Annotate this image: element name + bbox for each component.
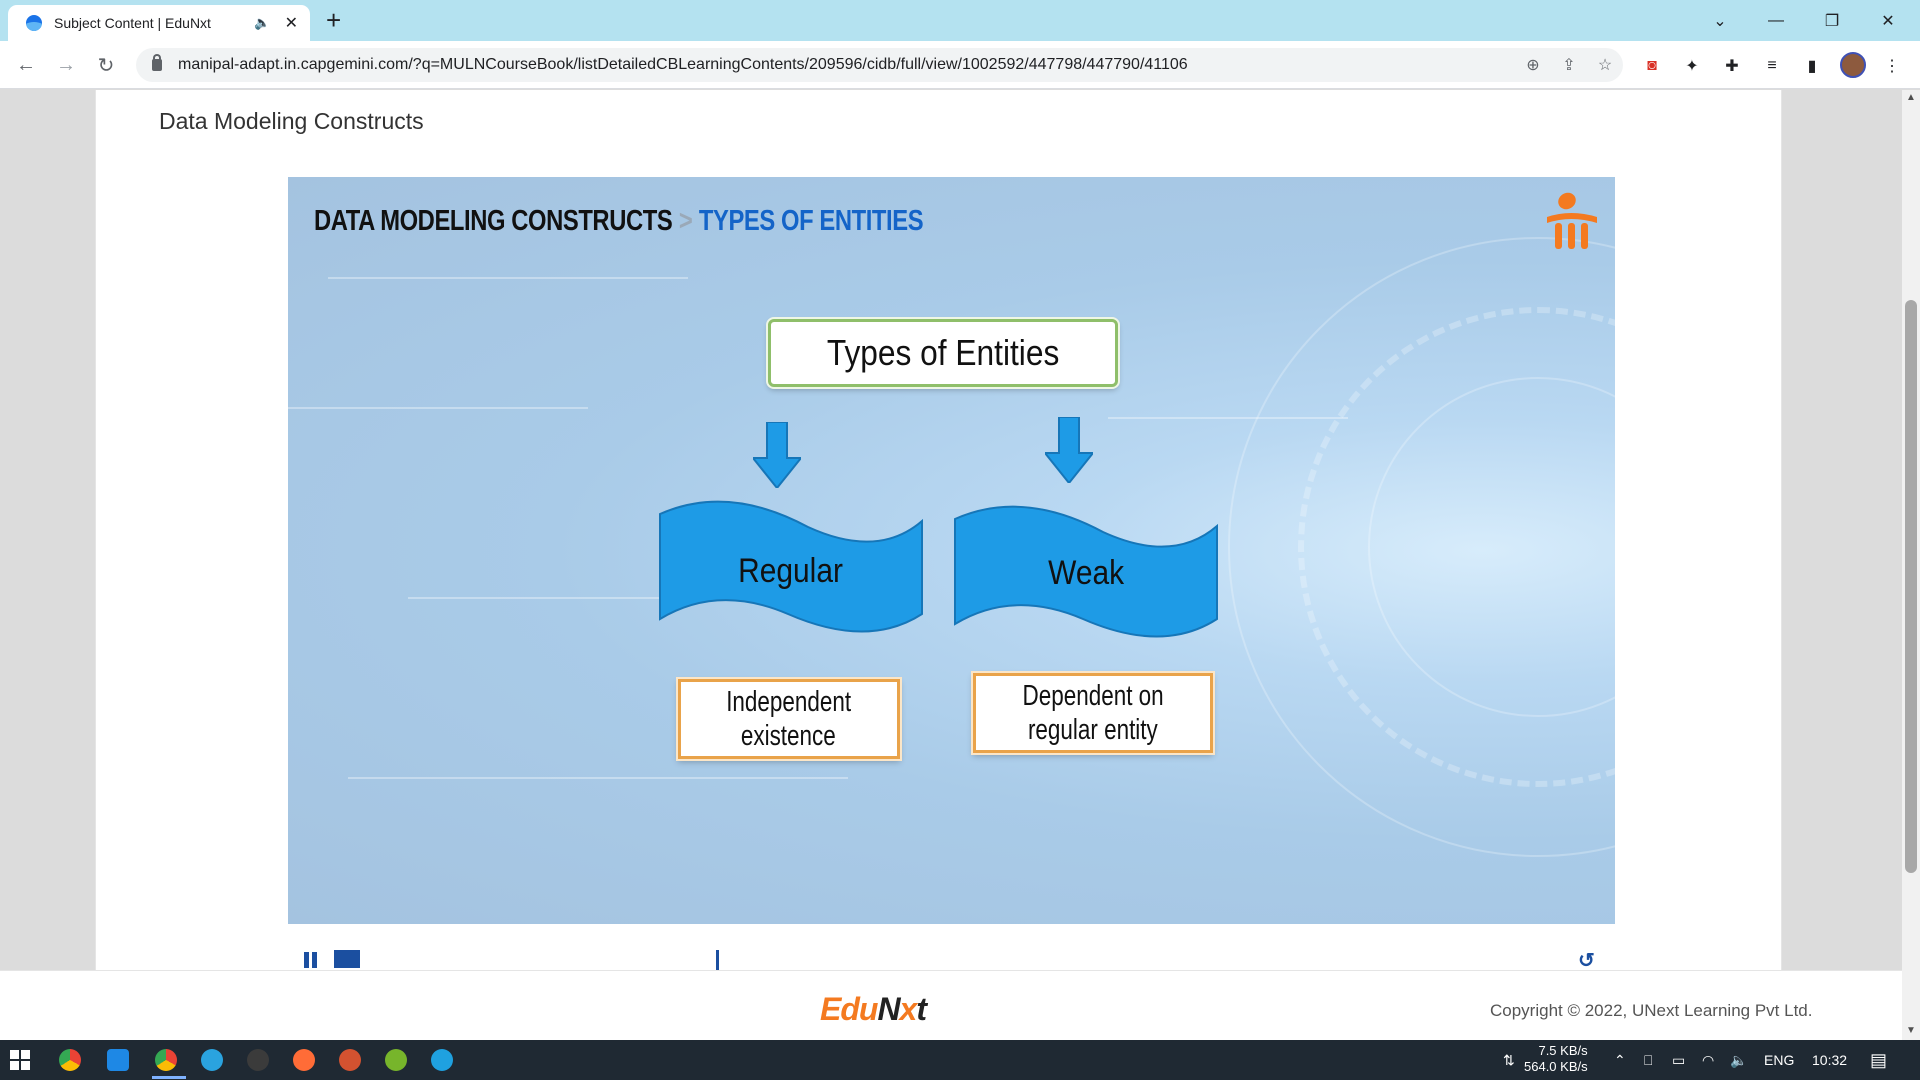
brand-x: x [899,991,918,1027]
address-bar[interactable]: manipal-adapt.in.capgemini.com/?q=MULNCo… [136,48,1623,82]
torrent-taskbar-icon[interactable] [382,1046,410,1074]
new-tab-button[interactable]: + [326,6,341,34]
breadcrumb-main: DATA MODELING CONSTRUCTS [314,205,673,237]
net-arrows-icon: ⇅ [1503,1051,1515,1068]
windows-start-icon[interactable] [10,1050,30,1070]
regular-text: Regular [738,552,844,590]
language-indicator[interactable]: ENG [1764,1040,1794,1080]
bookmark-star-icon[interactable]: ☆ [1587,55,1623,75]
regular-desc-line1: Independent [726,686,852,718]
types-of-entities-label: Types of Entities [826,332,1060,373]
close-tab-icon[interactable]: ✕ [285,13,298,33]
vscode-taskbar-icon[interactable] [104,1046,132,1074]
browser-tab[interactable]: Subject Content | EduNxt 🔈 ✕ [8,5,310,41]
zoom-icon[interactable]: ⊕ [1515,55,1551,75]
bg-trace [328,277,688,279]
scrollbar-thumb[interactable] [1905,300,1917,873]
wifi-icon[interactable]: ◠ [1702,1040,1714,1080]
slide-breadcrumb: DATA MODELING CONSTRUCTS > TYPES OF ENTITI… [314,205,924,238]
reload-button[interactable]: ↻ [92,51,120,79]
pocket-extension-icon[interactable]: ◙ [1640,54,1664,78]
forward-button[interactable]: → [52,51,80,79]
battery-icon[interactable]: ▭ [1672,1040,1685,1080]
lesson-slide[interactable]: DATA MODELING CONSTRUCTS > TYPES OF ENTITI… [288,177,1615,924]
chrome-taskbar-icon[interactable] [56,1046,84,1074]
weak-label: Weak [953,554,1219,593]
meet-now-icon[interactable]: ⎕ [1644,1040,1652,1080]
active-app-indicator [152,1076,186,1079]
page-scrollbar[interactable]: ▲ ▼ [1902,90,1920,1040]
progress-marker[interactable] [716,950,719,970]
notifications-icon[interactable]: ▤ [1870,1040,1887,1080]
weak-desc-line1: Dependent on [1022,680,1164,712]
types-of-entities-box: Types of Entities [768,319,1118,387]
weak-text: Weak [1048,554,1124,592]
profile-avatar[interactable] [1840,52,1866,78]
extensions-puzzle-icon[interactable]: ✚ [1720,54,1744,78]
page-gutter-left [0,90,95,970]
brand-n: N [877,991,900,1027]
inkscape-taskbar-icon[interactable] [244,1046,272,1074]
tab-title: Subject Content | EduNxt [54,15,211,31]
postman-taskbar-icon[interactable] [290,1046,318,1074]
breadcrumb-separator: > [678,205,693,237]
minimize-button[interactable]: — [1748,0,1804,41]
extension-icon[interactable]: ✦ [1680,54,1704,78]
arrow-down-icon [1045,417,1093,483]
edge-taskbar-icon[interactable] [428,1046,456,1074]
brand-t: t [916,991,927,1027]
net-upload: 7.5 KB/s [1538,1043,1588,1058]
windows-taskbar: ⇅ ⌃ ⎕ ▭ ◠ 🔈 ENG 10:32 ▤ [0,1040,1920,1080]
edunxt-logo: EduNxt [820,991,927,1028]
scroll-down-icon[interactable]: ▼ [1906,1025,1916,1036]
url-text: manipal-adapt.in.capgemini.com/?q=MULNCo… [178,56,1188,73]
network-speed: 7.5 KB/s 564.0 KB/s [1524,1043,1588,1075]
bg-trace [288,407,588,409]
pause-icon[interactable] [303,952,319,968]
weak-description-box: Dependent on regular entity [973,673,1213,753]
close-window-button[interactable]: ✕ [1860,0,1916,41]
bg-trace [408,597,668,599]
regular-desc-line2: existence [741,720,837,752]
breadcrumb-current: TYPES OF ENTITIES [698,205,924,237]
arrow-down-icon [753,422,801,488]
page-footer: EduNxt Copyright © 2022, UNext Learning … [0,970,1902,1040]
back-button[interactable]: ← [12,51,40,79]
powerpoint-taskbar-icon[interactable] [336,1046,364,1074]
media-control-icon[interactable]: ≡ [1760,54,1784,78]
net-download: 564.0 KB/s [1524,1059,1588,1074]
edunxt-favicon-icon [26,15,42,31]
chrome-active-taskbar-icon[interactable] [152,1046,180,1074]
chrome-menu-icon[interactable]: ⋮ [1880,54,1904,78]
volume-icon[interactable]: 🔈 [1730,1040,1747,1080]
manipal-logo-icon [1547,192,1597,249]
clock[interactable]: 10:32 [1812,1040,1847,1080]
lock-icon[interactable] [152,54,162,71]
weak-desc-line2: regular entity [1028,714,1158,746]
share-icon[interactable]: ⇪ [1551,55,1587,75]
bg-trace [1108,417,1348,419]
telegram-taskbar-icon[interactable] [198,1046,226,1074]
tab-strip: Subject Content | EduNxt 🔈 ✕ + ⌄ — ❐ ✕ [0,0,1920,41]
browser-toolbar: ← → ↻ manipal-adapt.in.capgemini.com/?q=… [0,41,1920,89]
brand-edu: Edu [820,991,878,1027]
regular-description-box: Independent existence [678,679,900,759]
tab-search-icon[interactable]: ⌄ [1692,0,1748,41]
scroll-up-icon[interactable]: ▲ [1906,92,1916,103]
tray-overflow-icon[interactable]: ⌃ [1614,1040,1626,1080]
regular-label: Regular [658,552,924,591]
copyright-text: Copyright © 2022, UNext Learning Pvt Ltd… [1490,1001,1813,1020]
audio-playing-icon[interactable]: 🔈 [254,15,270,31]
page-gutter-right [1782,90,1900,970]
bg-trace [348,777,848,779]
side-panel-icon[interactable]: ▮ [1800,54,1824,78]
content-card: Data Modeling Constructs DATA MODELING C… [95,90,1782,970]
slide-progress-bar[interactable] [334,950,360,968]
restore-button[interactable]: ❐ [1804,0,1860,41]
page-title: Data Modeling Constructs [159,108,424,134]
